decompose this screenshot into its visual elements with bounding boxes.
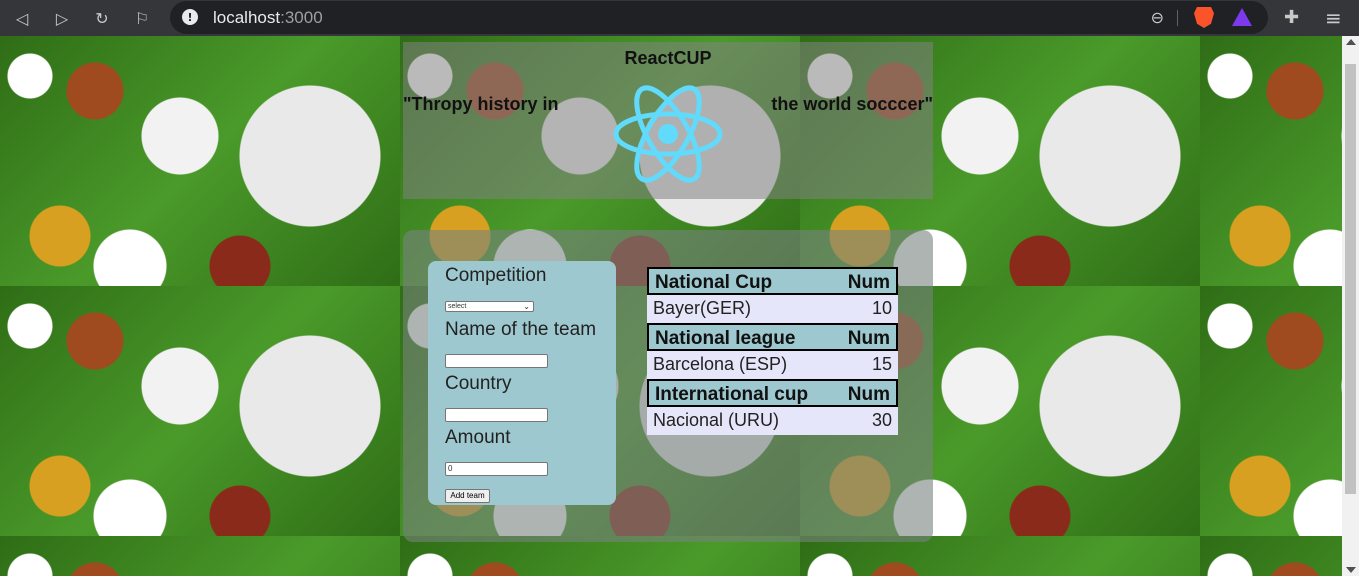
- table-row: Barcelona (ESP) 15: [647, 351, 898, 379]
- url-text[interactable]: localhost:3000: [213, 8, 323, 28]
- competition-label: Competition: [445, 265, 547, 286]
- address-bar[interactable]: ! localhost:3000 ⊖: [170, 1, 1268, 34]
- column-header: International cup: [655, 384, 809, 405]
- column-header: Num: [847, 328, 890, 349]
- forward-arrow-icon[interactable]: ▷: [50, 6, 74, 30]
- team-cell: Nacional (URU): [653, 410, 780, 430]
- amount-input[interactable]: 0: [445, 462, 548, 476]
- amount-label: Amount: [445, 427, 511, 448]
- table-row: Nacional (URU) 30: [647, 407, 898, 435]
- column-header: Num: [847, 272, 890, 293]
- separator: [1177, 10, 1178, 26]
- column-header: Num: [847, 384, 890, 405]
- add-team-form: Competition select ⌄ Name of the team Co…: [428, 261, 616, 505]
- table-header-international-cup: International cup Num: [647, 379, 898, 407]
- scroll-down-arrow-icon[interactable]: [1346, 567, 1356, 573]
- column-header: National Cup: [655, 272, 773, 293]
- scroll-up-arrow-icon[interactable]: [1346, 39, 1356, 45]
- country-input[interactable]: [445, 408, 548, 422]
- add-team-button[interactable]: Add team: [445, 489, 490, 503]
- num-cell: 15: [871, 354, 892, 374]
- slogan-right: the world socccer": [771, 94, 933, 114]
- bookmark-icon[interactable]: ⚐: [130, 6, 154, 30]
- team-cell: Barcelona (ESP): [653, 354, 788, 374]
- brave-rewards-icon[interactable]: [1232, 8, 1252, 26]
- table-header-national-league: National league Num: [647, 323, 898, 351]
- app-title: ReactCUP: [624, 48, 712, 68]
- browser-toolbar: ◁ ▷ ↻ ⚐ ! localhost:3000 ⊖ ✚ ≡: [0, 0, 1359, 36]
- team-name-input[interactable]: [445, 354, 548, 368]
- table-row: Bayer(GER) 10: [647, 295, 898, 323]
- extensions-icon[interactable]: ✚: [1284, 7, 1299, 28]
- team-cell: Bayer(GER): [653, 298, 752, 318]
- zoom-icon[interactable]: ⊖: [1151, 8, 1164, 27]
- header-panel: ReactCUP "Thropy history in the world so…: [403, 42, 933, 199]
- reload-icon[interactable]: ↻: [90, 6, 114, 30]
- brave-shields-icon[interactable]: [1194, 7, 1214, 28]
- main-panel: Competition select ⌄ Name of the team Co…: [403, 230, 933, 542]
- num-cell: 30: [871, 410, 892, 430]
- slogan-left: "Thropy history in: [403, 94, 559, 114]
- back-arrow-icon[interactable]: ◁: [10, 6, 34, 30]
- table-header-national-cup: National Cup Num: [647, 267, 898, 295]
- num-cell: 10: [871, 298, 892, 318]
- team-name-label: Name of the team: [445, 319, 597, 340]
- info-icon[interactable]: !: [182, 9, 198, 25]
- column-header: National league: [655, 328, 796, 349]
- chevron-down-icon: ⌄: [523, 302, 530, 311]
- react-logo-icon: [613, 85, 723, 183]
- menu-icon[interactable]: ≡: [1325, 6, 1342, 30]
- country-label: Country: [445, 373, 512, 394]
- scrollbar-thumb[interactable]: [1345, 64, 1356, 494]
- competition-select[interactable]: select ⌄: [445, 301, 534, 312]
- trophy-tables: National Cup Num Bayer(GER) 10 National …: [647, 267, 898, 435]
